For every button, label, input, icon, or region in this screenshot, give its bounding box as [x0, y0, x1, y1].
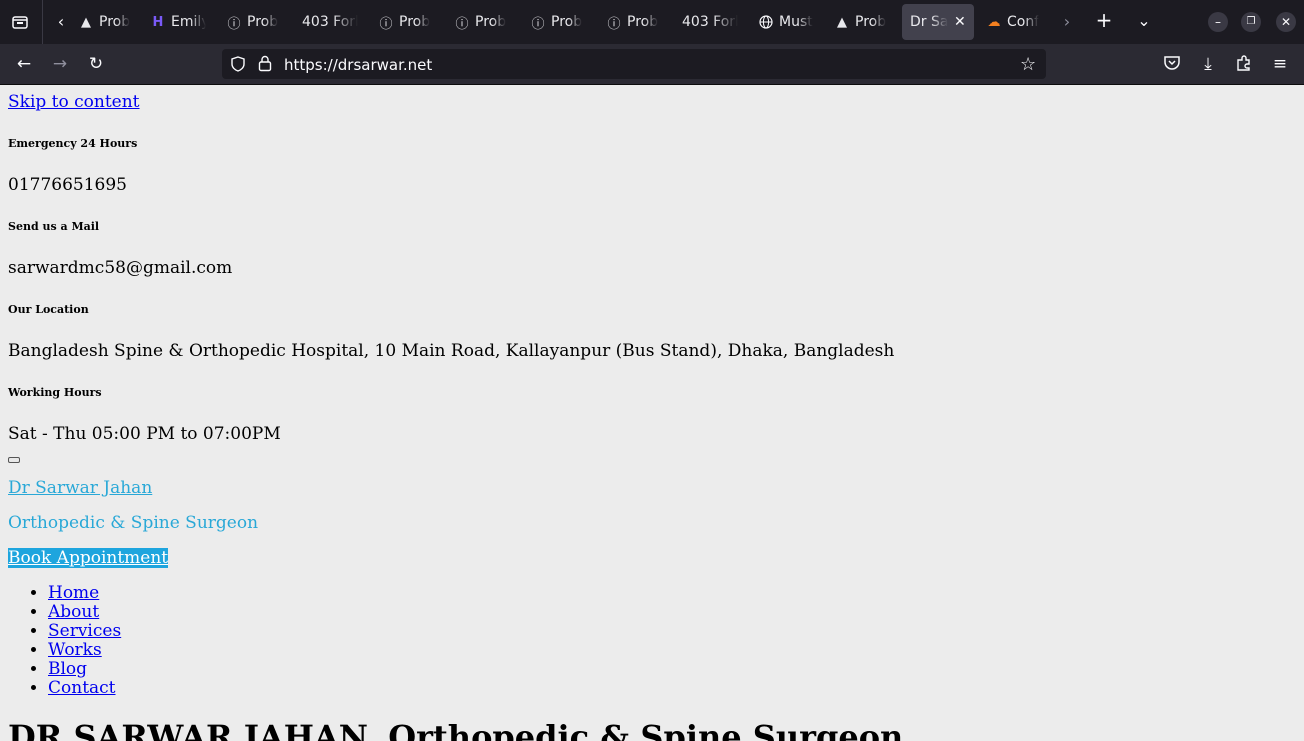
navigation-toolbar: ← → ↻ https://drsarwar.net ☆ ⤓ ≡ — [0, 44, 1304, 85]
working-hours-text: Sat - Thu 05:00 PM to 07:00PM — [8, 424, 281, 444]
hours-heading: Working Hours — [8, 386, 102, 399]
downloads-icon[interactable]: ⤓ — [1196, 54, 1220, 74]
nav-link-contact[interactable]: Contact — [48, 678, 116, 698]
nav-item-works: Works — [48, 641, 121, 660]
tracking-protection-shield-icon[interactable] — [230, 56, 246, 72]
scroll-tabs-left-icon[interactable]: ‹ — [54, 14, 68, 30]
tab[interactable]: Must — [758, 4, 814, 40]
close-tab-icon[interactable]: ✕ — [954, 14, 966, 30]
bookmark-star-icon[interactable]: ☆ — [1020, 54, 1036, 75]
reload-icon[interactable]: ↻ — [84, 54, 108, 74]
list-all-tabs-icon[interactable]: ⌄ — [1135, 13, 1153, 29]
forward-icon[interactable]: → — [48, 54, 72, 74]
restore-icon[interactable]: ❐ — [1241, 12, 1261, 32]
h-logo-icon: H — [152, 14, 164, 30]
url-text[interactable]: https://drsarwar.net — [284, 56, 432, 74]
tab[interactable]: ⓘ Prob — [378, 4, 432, 40]
info-icon: ⓘ — [607, 16, 621, 32]
pocket-icon[interactable] — [1160, 54, 1184, 77]
minimize-icon[interactable]: – — [1208, 12, 1228, 32]
tab-active[interactable]: Dr Sar ✕ — [902, 4, 974, 40]
firefox-view-icon[interactable] — [11, 14, 29, 33]
book-appointment-button[interactable]: Book Appointment — [8, 548, 169, 568]
tab[interactable]: 403 Forb — [682, 4, 738, 40]
site-title-link[interactable]: Dr Sarwar Jahan — [8, 478, 152, 498]
skip-to-content-link[interactable]: Skip to content — [8, 92, 140, 112]
extensions-icon[interactable] — [1232, 54, 1256, 77]
nav-link-works[interactable]: Works — [48, 640, 102, 660]
tab-divider — [42, 0, 43, 44]
info-icon: ⓘ — [455, 16, 469, 32]
lock-icon[interactable] — [258, 55, 274, 73]
nav-link-blog[interactable]: Blog — [48, 659, 87, 679]
tab[interactable]: 403 Forb — [302, 4, 358, 40]
tab[interactable]: ▲ Prob — [834, 4, 890, 40]
info-icon: ⓘ — [379, 16, 393, 32]
cloud-icon: ☁ — [987, 14, 1001, 30]
address-text: Bangladesh Spine & Orthopedic Hospital, … — [8, 341, 895, 361]
app-menu-icon[interactable]: ≡ — [1268, 54, 1292, 74]
menu-toggle-button[interactable] — [8, 457, 20, 463]
tab[interactable]: ⓘ Prob — [606, 4, 660, 40]
alert-icon: ▲ — [837, 14, 847, 30]
close-window-icon[interactable]: ✕ — [1276, 12, 1296, 32]
tab[interactable]: ⓘ Prob — [454, 4, 508, 40]
phone-number: 01776651695 — [8, 175, 127, 195]
nav-link-home[interactable]: Home — [48, 583, 99, 603]
location-heading: Our Location — [8, 303, 89, 316]
main-navigation: Home About Services Works Blog Contact — [8, 584, 121, 698]
tab[interactable]: ☁ Conf — [986, 4, 1042, 40]
page-content: Skip to content Emergency 24 Hours 01776… — [0, 86, 1304, 741]
nav-item-about: About — [48, 603, 121, 622]
site-tagline: Orthopedic & Spine Surgeon — [8, 513, 259, 533]
nav-item-contact: Contact — [48, 679, 121, 698]
nav-item-blog: Blog — [48, 660, 121, 679]
mail-heading: Send us a Mail — [8, 220, 100, 233]
tab-strip: ‹ ▲ Prob H Emily ⓘ Prob 403 Forb ⓘ Prob … — [0, 0, 1304, 44]
new-tab-icon[interactable]: + — [1095, 10, 1113, 30]
tab[interactable]: H Emily — [150, 4, 206, 40]
globe-icon — [758, 14, 774, 30]
nav-item-services: Services — [48, 622, 121, 641]
nav-item-home: Home — [48, 584, 121, 603]
email-address: sarwardmc58@gmail.com — [8, 258, 233, 278]
info-icon: ⓘ — [227, 16, 241, 32]
emergency-heading: Emergency 24 Hours — [8, 137, 138, 150]
scroll-tabs-right-icon[interactable]: › — [1060, 14, 1074, 30]
url-bar[interactable]: https://drsarwar.net ☆ — [222, 49, 1046, 79]
nav-link-services[interactable]: Services — [48, 621, 121, 641]
tab[interactable]: ▲ Prob — [78, 4, 130, 40]
tab[interactable]: ⓘ Prob — [530, 4, 584, 40]
alert-icon: ▲ — [81, 14, 91, 30]
info-icon: ⓘ — [531, 16, 545, 32]
hero-title: DR SARWAR JAHAN, Orthopedic & Spine Surg… — [8, 718, 904, 741]
tab[interactable]: ⓘ Prob — [226, 4, 280, 40]
back-icon[interactable]: ← — [12, 54, 36, 74]
nav-link-about[interactable]: About — [48, 602, 99, 622]
